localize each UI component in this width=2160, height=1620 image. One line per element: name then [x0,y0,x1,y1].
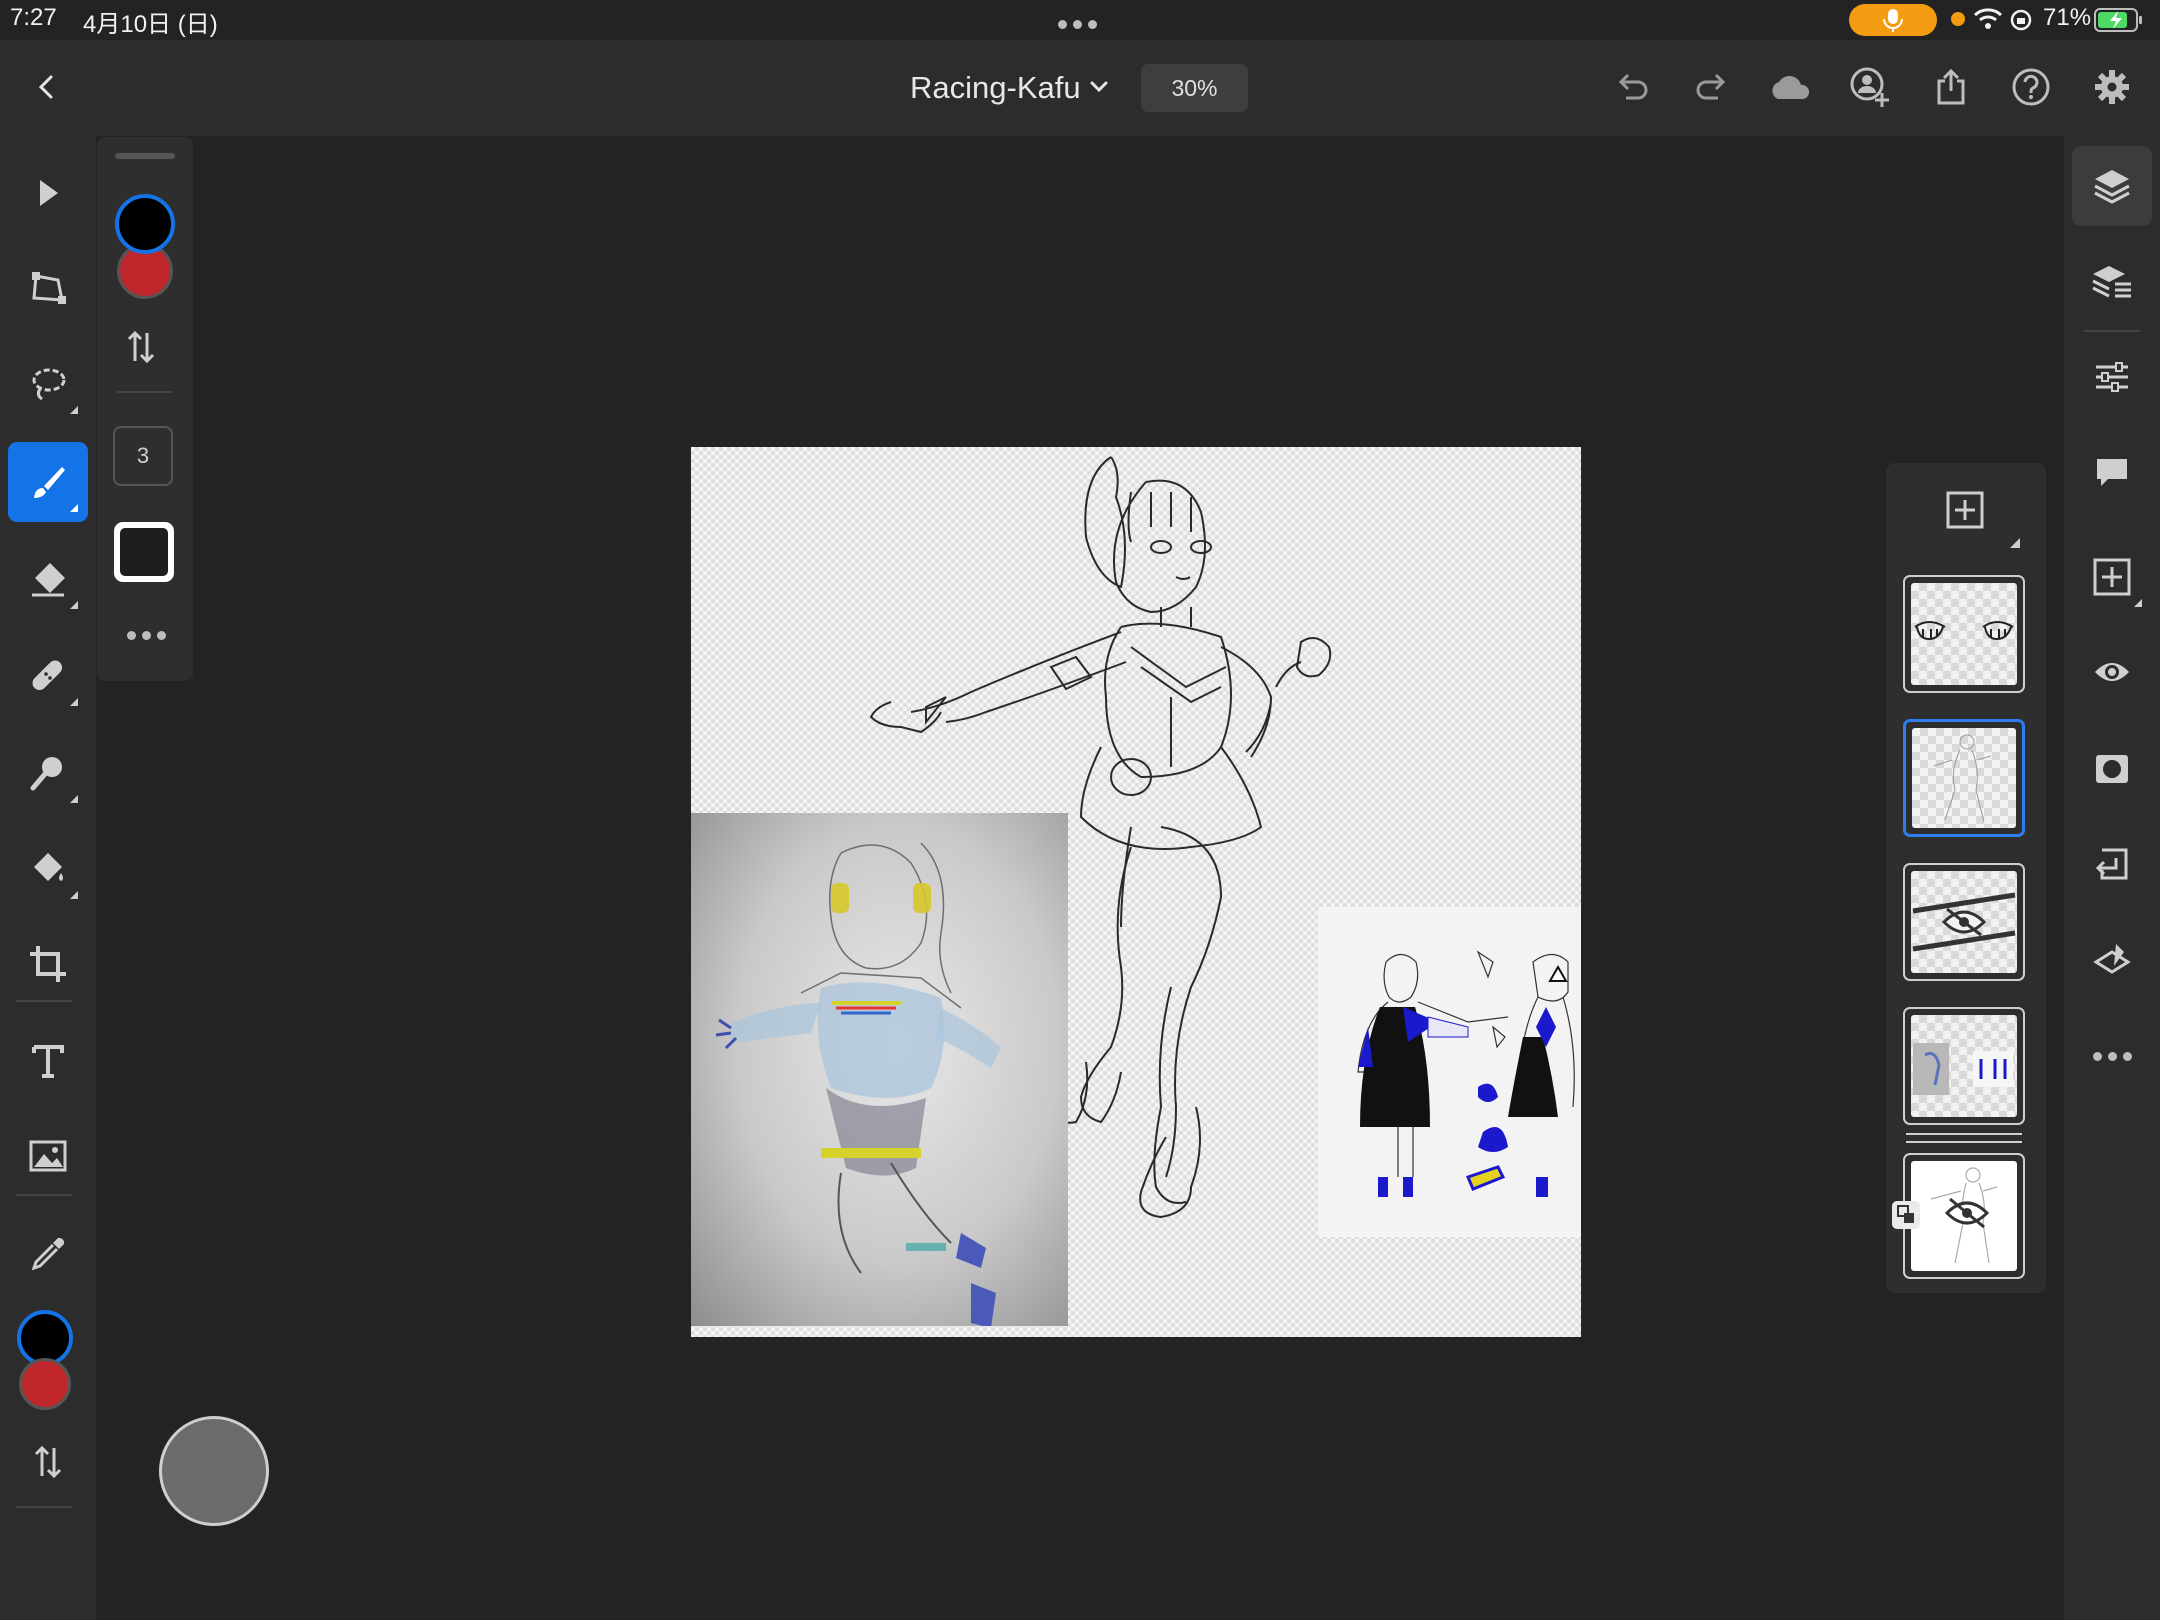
layers-icon[interactable] [2072,146,2152,226]
redo-icon[interactable] [1687,62,1737,112]
healing-icon[interactable] [8,636,88,716]
layer-thumbnail-eyes[interactable] [1903,575,2025,693]
layer-thumbnail-stripes[interactable] [1903,863,2025,981]
settings-gear-icon[interactable] [2087,62,2137,112]
toolbar-divider [16,1194,72,1196]
add-layer-options-icon[interactable] [2010,538,2020,548]
character-reference-sheet [1318,907,1581,1237]
hidden-layer-eye-icon [1941,907,1987,937]
smudge-icon[interactable] [8,733,88,813]
brush-preview[interactable] [114,522,174,582]
right-toolbar [2064,136,2160,1620]
layer-thumbnail-references[interactable] [1903,1007,2025,1125]
visibility-eye-icon[interactable] [2072,632,2152,712]
multitasking-dots-icon[interactable] [1058,20,1097,29]
add-layer-icon[interactable] [2072,537,2152,617]
comments-icon[interactable] [2072,433,2152,513]
rotation-lock-icon [2009,8,2033,32]
panel-drag-handle[interactable] [115,153,175,159]
layers-panel [1886,463,2046,1293]
layer-thumbnail-lineart[interactable] [1903,719,2025,837]
foreground-color-swatch[interactable] [115,194,175,254]
background-color-swatch[interactable] [19,1358,71,1410]
transform-icon[interactable] [8,248,88,328]
invite-user-icon[interactable] [1845,62,1895,112]
lasso-icon[interactable] [8,344,88,424]
crop-icon[interactable] [8,924,88,1004]
mask-icon[interactable] [2072,729,2152,809]
image-icon[interactable] [8,1116,88,1196]
document-canvas[interactable] [691,447,1581,1337]
battery-percent: 71% [2043,4,2092,31]
adjustments-icon[interactable] [2072,337,2152,417]
brush-options-panel: 3 [97,137,193,681]
dot-icon [1951,12,1965,26]
clear-layer-icon[interactable] [2072,920,2152,1000]
layer-thumbnail-base-figure[interactable] [1903,1153,2025,1279]
options-divider [117,391,173,393]
cloud-icon[interactable] [1765,62,1815,112]
clipping-mask-icon[interactable] [1892,1201,1920,1229]
share-icon[interactable] [1926,62,1976,112]
zoom-level[interactable]: 30% [1141,64,1248,112]
layer-properties-icon[interactable] [2072,242,2152,322]
document-title[interactable]: Racing-Kafu [910,70,1081,106]
battery-charging-icon [2094,7,2144,33]
chevron-down-icon[interactable] [1088,78,1110,96]
brush-size-field[interactable]: 3 [113,426,173,486]
status-date: 4月10日 (日) [83,11,218,38]
back-icon[interactable] [22,62,72,112]
text-icon[interactable] [8,1021,88,1101]
toolbar-divider [16,1506,72,1508]
photo-sketch-layer [691,813,1068,1326]
undo-icon[interactable] [1607,62,1657,112]
status-time: 7:27 [10,4,57,31]
select-arrow-icon[interactable] [8,153,88,233]
more-options-icon[interactable] [127,631,166,640]
toolbar-divider [2084,330,2140,332]
swap-colors-icon[interactable] [8,1422,88,1502]
add-layer-icon[interactable] [1946,491,1984,529]
layer-group-divider [1906,1133,2022,1135]
wifi-icon [1973,6,2003,32]
left-toolbar [0,136,96,1620]
eraser-icon[interactable] [8,539,88,619]
toolbar-divider [16,1000,72,1002]
eyedropper-icon[interactable] [8,1214,88,1294]
swap-colors-icon[interactable] [125,327,157,367]
touch-shortcut-button[interactable] [159,1416,269,1526]
fill-icon[interactable] [8,829,88,909]
microphone-icon [1849,4,1937,36]
help-icon[interactable] [2006,62,2056,112]
more-icon[interactable] [2072,1016,2152,1096]
brush-icon[interactable] [8,442,88,522]
status-bar: 7:27 4月10日 (日) 71% [0,0,2160,40]
layer-group-divider [1906,1141,2022,1143]
layer-import-icon[interactable] [2072,824,2152,904]
